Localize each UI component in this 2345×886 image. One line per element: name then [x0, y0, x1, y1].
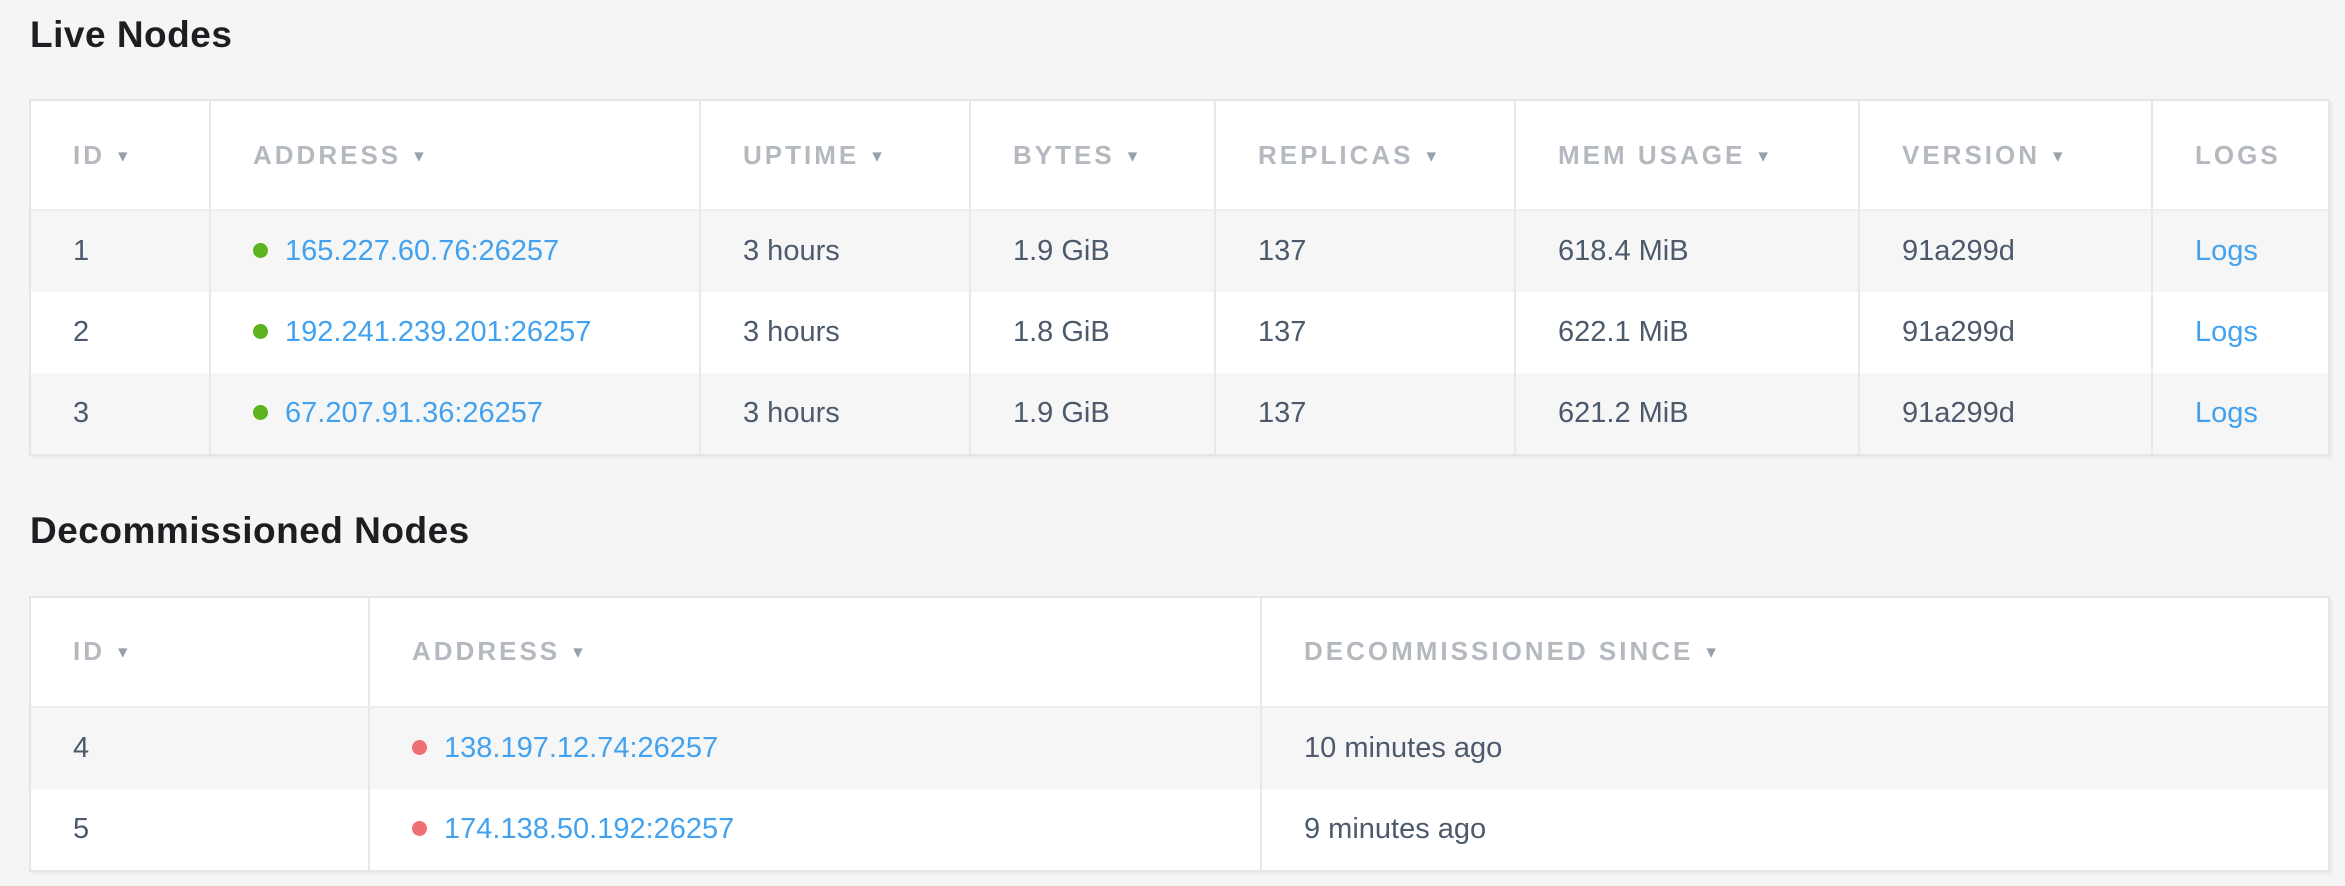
live-col-header-version[interactable]: VERSION ▾	[1858, 101, 2151, 211]
cell-node-address: 165.227.60.76:26257	[209, 211, 699, 292]
column-label: ID	[73, 636, 105, 666]
column-label: VERSION	[1902, 140, 2040, 170]
logs-link[interactable]: Logs	[2195, 235, 2258, 267]
column-label: REPLICAS	[1258, 140, 1413, 170]
cell-mem-usage: 622.1 MiB	[1514, 292, 1858, 373]
live-col-header-logs: LOGS	[2151, 101, 2328, 211]
cell-uptime: 3 hours	[699, 211, 969, 292]
column-label: MEM USAGE	[1558, 140, 1745, 170]
cell-bytes: 1.8 GiB	[969, 292, 1214, 373]
live-col-header-id[interactable]: ID ▾	[31, 101, 209, 211]
column-label: UPTIME	[743, 140, 859, 170]
logs-link[interactable]: Logs	[2195, 397, 2258, 429]
cell-node-id: 1	[31, 211, 209, 292]
cell-uptime: 3 hours	[699, 292, 969, 373]
column-label: ID	[73, 140, 105, 170]
node-address-link[interactable]: 138.197.12.74:26257	[444, 732, 718, 764]
decommissioned-nodes-header-row: ID ▾ ADDRESS ▾ DECOMMISSIONED SINCE ▾	[31, 598, 2328, 708]
cell-node-address: 67.207.91.36:26257	[209, 373, 699, 454]
live-status-icon	[253, 243, 268, 258]
column-label: ADDRESS	[412, 636, 560, 666]
cell-mem-usage: 621.2 MiB	[1514, 373, 1858, 454]
column-label: LOGS	[2195, 140, 2281, 170]
cell-uptime: 3 hours	[699, 373, 969, 454]
live-nodes-table: ID ▾ ADDRESS ▾ UPTIME ▾ BYTES ▾ REPLICAS ▾	[29, 99, 2330, 456]
cell-replicas: 137	[1214, 211, 1514, 292]
live-col-header-bytes[interactable]: BYTES ▾	[969, 101, 1214, 211]
cell-version: 91a299d	[1858, 211, 2151, 292]
logs-link[interactable]: Logs	[2195, 316, 2258, 348]
live-nodes-title: Live Nodes	[29, 0, 2330, 58]
cell-bytes: 1.9 GiB	[969, 373, 1214, 454]
live-node-row: 2 192.241.239.201:26257 3 hours 1.8 GiB …	[31, 292, 2328, 373]
sort-arrow-icon: ▾	[118, 145, 128, 168]
sort-arrow-icon: ▾	[1706, 641, 1716, 664]
live-status-icon	[253, 405, 268, 420]
live-node-row: 3 67.207.91.36:26257 3 hours 1.9 GiB 137…	[31, 373, 2328, 454]
column-label: DECOMMISSIONED SINCE	[1304, 636, 1693, 666]
node-address-link[interactable]: 192.241.239.201:26257	[285, 316, 591, 348]
cell-version: 91a299d	[1858, 373, 2151, 454]
cell-logs: Logs	[2151, 211, 2328, 292]
decommissioned-col-header-id[interactable]: ID ▾	[31, 598, 368, 708]
decommissioned-node-row: 4 138.197.12.74:26257 10 minutes ago	[31, 708, 2328, 789]
cell-node-address: 192.241.239.201:26257	[209, 292, 699, 373]
cell-replicas: 137	[1214, 373, 1514, 454]
cell-node-address: 138.197.12.74:26257	[368, 708, 1260, 789]
decommissioned-nodes-title: Decommissioned Nodes	[29, 456, 2330, 554]
decommissioned-nodes-section: Decommissioned Nodes ID ▾ ADDRESS ▾ DECOMM…	[29, 456, 2330, 871]
cell-node-id: 5	[31, 789, 368, 870]
sort-arrow-icon: ▾	[118, 641, 128, 664]
cell-node-id: 2	[31, 292, 209, 373]
sort-arrow-icon: ▾	[872, 145, 882, 168]
cell-replicas: 137	[1214, 292, 1514, 373]
sort-arrow-icon: ▾	[1128, 145, 1138, 168]
node-address-link[interactable]: 67.207.91.36:26257	[285, 397, 543, 429]
decommissioned-col-header-since[interactable]: DECOMMISSIONED SINCE ▾	[1260, 598, 2328, 708]
cell-logs: Logs	[2151, 373, 2328, 454]
decommissioned-col-header-address[interactable]: ADDRESS ▾	[368, 598, 1260, 708]
column-label: ADDRESS	[253, 140, 401, 170]
live-col-header-replicas[interactable]: REPLICAS ▾	[1214, 101, 1514, 211]
sort-arrow-icon: ▾	[2053, 145, 2063, 168]
decommissioned-status-icon	[412, 740, 427, 755]
live-nodes-section: Live Nodes ID ▾ ADDRESS ▾ UPTIME ▾	[29, 0, 2330, 456]
live-node-row: 1 165.227.60.76:26257 3 hours 1.9 GiB 13…	[31, 211, 2328, 292]
decommissioned-nodes-table: ID ▾ ADDRESS ▾ DECOMMISSIONED SINCE ▾ 4 138…	[29, 596, 2330, 872]
cell-decommissioned-since: 10 minutes ago	[1260, 708, 2328, 789]
sort-arrow-icon: ▾	[1426, 145, 1436, 168]
cell-node-id: 3	[31, 373, 209, 454]
live-col-header-mem-usage[interactable]: MEM USAGE ▾	[1514, 101, 1858, 211]
node-address-link[interactable]: 174.138.50.192:26257	[444, 813, 734, 845]
live-col-header-address[interactable]: ADDRESS ▾	[209, 101, 699, 211]
live-nodes-header-row: ID ▾ ADDRESS ▾ UPTIME ▾ BYTES ▾ REPLICAS ▾	[31, 101, 2328, 211]
cell-version: 91a299d	[1858, 292, 2151, 373]
cell-node-address: 174.138.50.192:26257	[368, 789, 1260, 870]
nodes-overview-page: Live Nodes ID ▾ ADDRESS ▾ UPTIME ▾	[0, 0, 2345, 886]
sort-arrow-icon: ▾	[1758, 145, 1768, 168]
decommissioned-status-icon	[412, 821, 427, 836]
live-status-icon	[253, 324, 268, 339]
cell-node-id: 4	[31, 708, 368, 789]
cell-logs: Logs	[2151, 292, 2328, 373]
live-col-header-uptime[interactable]: UPTIME ▾	[699, 101, 969, 211]
column-label: BYTES	[1013, 140, 1115, 170]
decommissioned-node-row: 5 174.138.50.192:26257 9 minutes ago	[31, 789, 2328, 870]
sort-arrow-icon: ▾	[414, 145, 424, 168]
cell-bytes: 1.9 GiB	[969, 211, 1214, 292]
sort-arrow-icon: ▾	[573, 641, 583, 664]
node-address-link[interactable]: 165.227.60.76:26257	[285, 235, 559, 267]
cell-decommissioned-since: 9 minutes ago	[1260, 789, 2328, 870]
cell-mem-usage: 618.4 MiB	[1514, 211, 1858, 292]
